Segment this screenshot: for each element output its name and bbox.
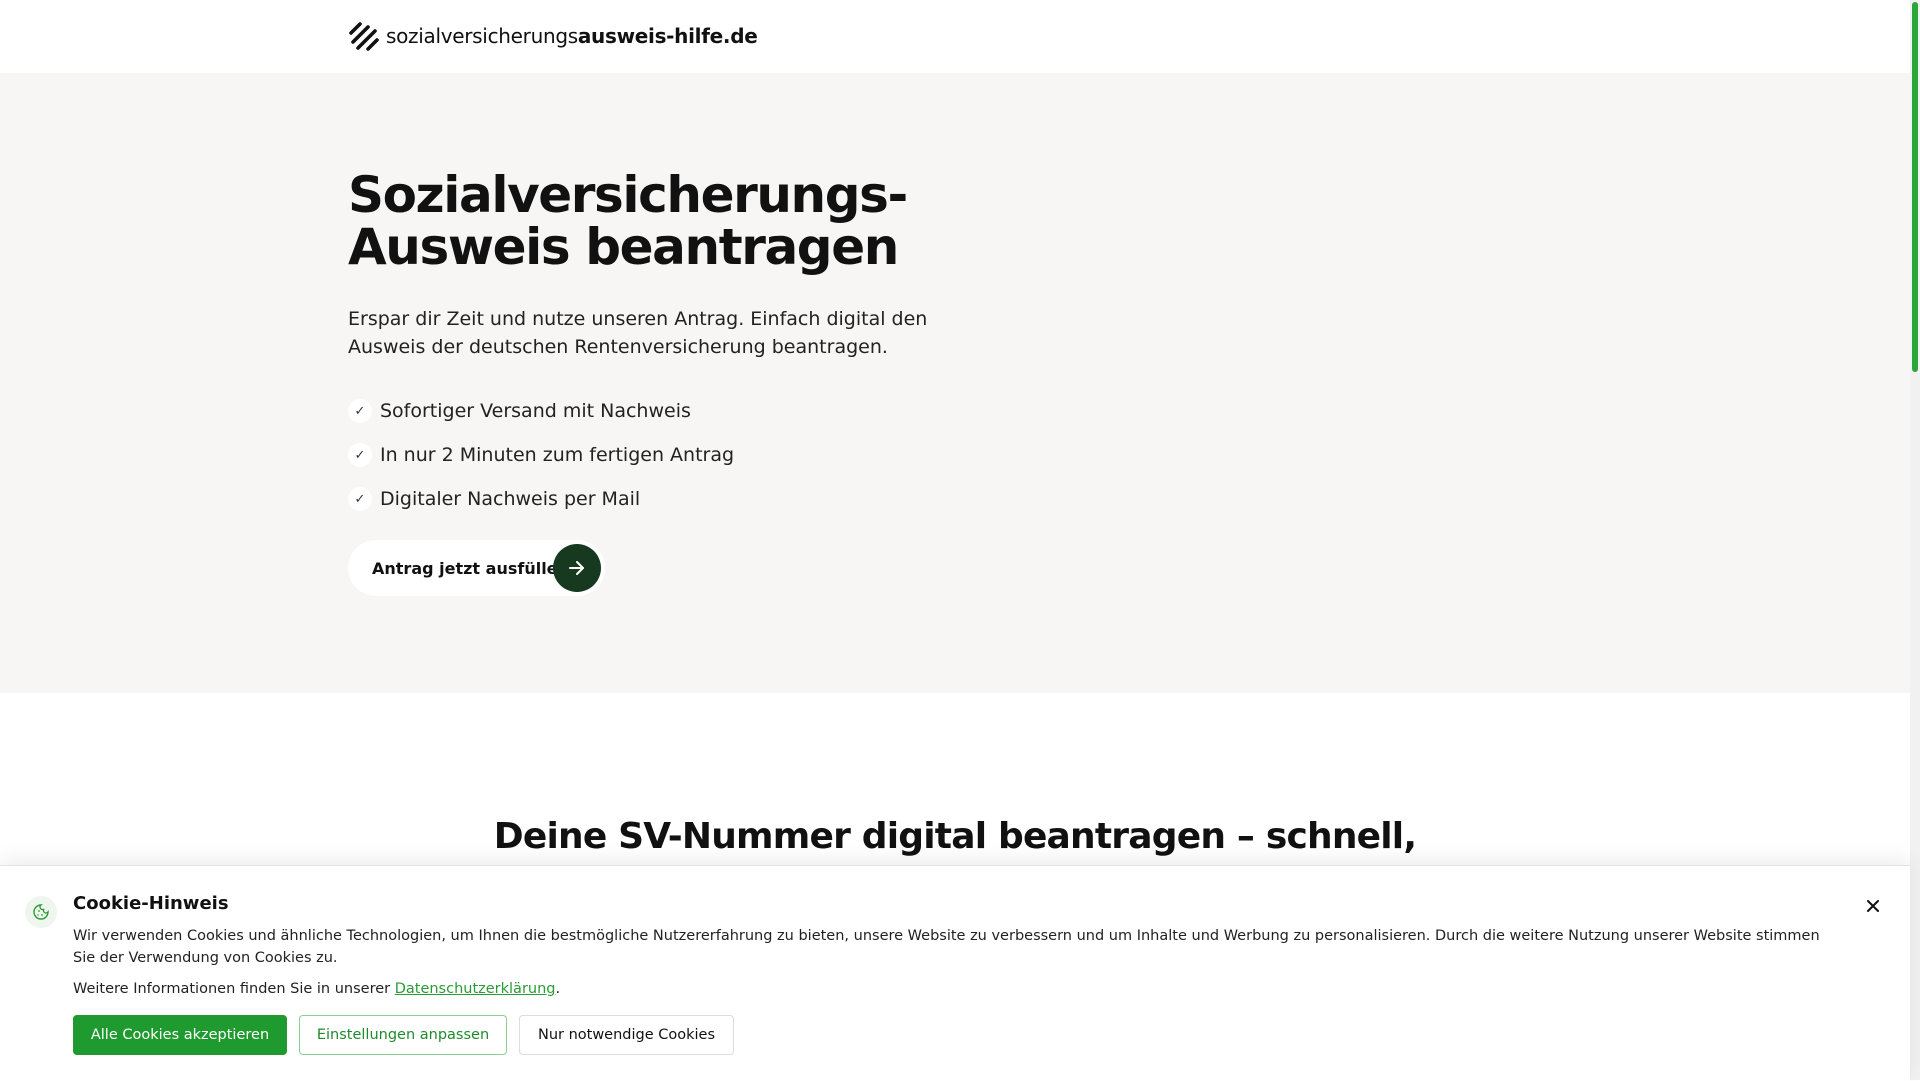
necessary-cookies-button[interactable]: Nur notwendige Cookies xyxy=(519,1015,734,1055)
privacy-policy-link[interactable]: Datenschutzerklärung xyxy=(395,981,556,997)
section-heading: Deine SV-Nummer digital beantragen – sch… xyxy=(493,816,1417,857)
site-header: sozialversicherungsausweis-hilfe.de xyxy=(0,0,1910,74)
hero-subtitle: Erspar dir Zeit und nutze unseren Antrag… xyxy=(348,308,928,358)
page-title-line-1: Sozialversicherungs- xyxy=(348,166,908,224)
cookie-more-info: Weitere Informationen finden Sie in unse… xyxy=(73,978,560,1000)
cookie-title: Cookie-Hinweis xyxy=(73,893,229,914)
arrow-right-icon xyxy=(553,544,601,592)
start-application-button[interactable]: Antrag jetzt ausfüllen xyxy=(348,540,605,596)
close-icon[interactable] xyxy=(1860,893,1886,919)
check-icon: ✓ xyxy=(348,399,372,423)
site-logo[interactable]: sozialversicherungsausweis-hilfe.de xyxy=(348,20,758,52)
accept-all-cookies-button[interactable]: Alle Cookies akzeptieren xyxy=(73,1015,287,1055)
cookie-text: Wir verwenden Cookies und ähnliche Techn… xyxy=(73,928,1820,966)
start-application-label: Antrag jetzt ausfüllen xyxy=(372,558,569,578)
feature-item: ✓ Digitaler Nachweis per Mail xyxy=(348,477,734,521)
cookie-icon xyxy=(25,896,57,928)
check-icon: ✓ xyxy=(348,443,372,467)
page-title-line-2: Ausweis beantragen xyxy=(348,218,899,276)
logo-text: sozialversicherungsausweis-hilfe.de xyxy=(386,24,758,48)
feature-item: ✓ Sofortiger Versand mit Nachweis xyxy=(348,389,734,433)
feature-list: ✓ Sofortiger Versand mit Nachweis ✓ In n… xyxy=(348,389,734,521)
logo-mark-icon xyxy=(349,22,379,51)
logo-text-bold: ausweis-hilfe.de xyxy=(577,24,758,48)
cookie-more-suffix: . xyxy=(555,981,561,997)
hero-section: Sozialversicherungs- Ausweis beantragen … xyxy=(0,73,1910,693)
check-icon: ✓ xyxy=(348,487,372,511)
feature-label: Digitaler Nachweis per Mail xyxy=(380,488,641,510)
scrollbar-thumb[interactable] xyxy=(1912,2,1918,372)
feature-label: Sofortiger Versand mit Nachweis xyxy=(380,400,691,422)
logo-text-light: sozialversicherungs xyxy=(386,24,578,48)
page-title: Sozialversicherungs- Ausweis beantragen xyxy=(348,169,1048,273)
customize-cookies-button[interactable]: Einstellungen anpassen xyxy=(299,1015,507,1055)
cookie-more-prefix: Weitere Informationen finden Sie in unse… xyxy=(73,981,395,997)
page-scrollbar[interactable] xyxy=(1910,0,1920,1080)
feature-label: In nur 2 Minuten zum fertigen Antrag xyxy=(380,444,735,466)
feature-item: ✓ In nur 2 Minuten zum fertigen Antrag xyxy=(348,433,734,477)
